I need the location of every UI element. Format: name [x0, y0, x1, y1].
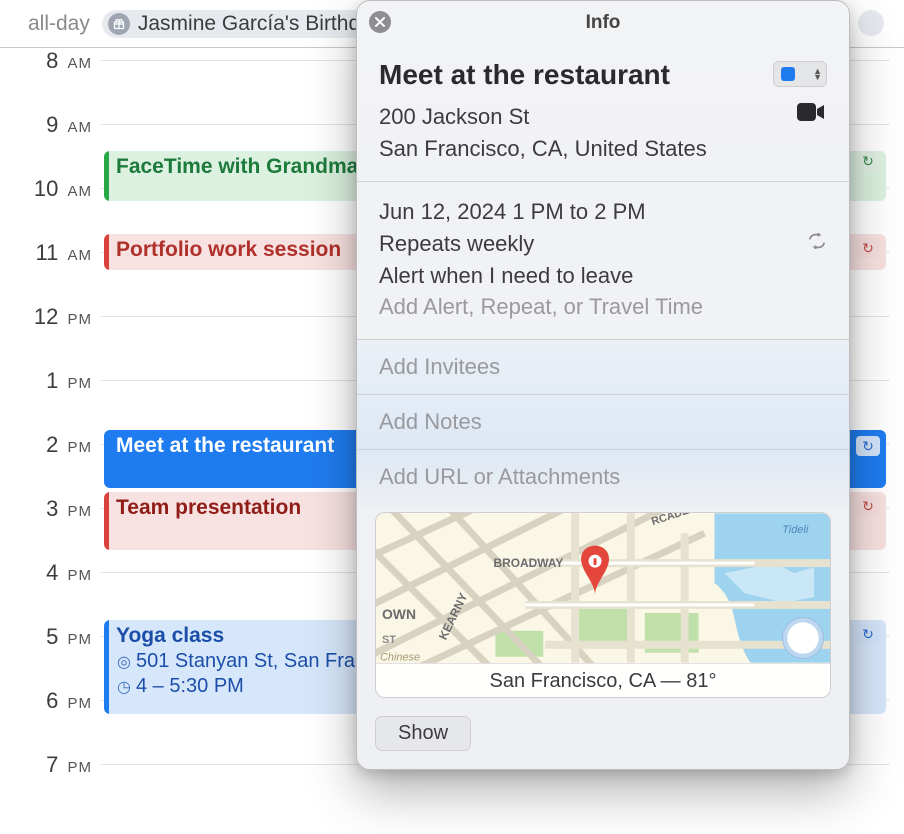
gift-icon: [108, 13, 130, 35]
add-invitees[interactable]: Add Invitees: [357, 339, 849, 394]
map-caption: San Francisco, CA — 81°: [376, 663, 830, 698]
recur-icon: ↻: [856, 496, 880, 516]
event-title: Yoga class: [116, 624, 224, 647]
event-address-line1[interactable]: 200 Jackson St: [379, 101, 707, 133]
facetime-button[interactable]: [795, 101, 827, 123]
add-notes[interactable]: Add Notes: [357, 394, 849, 449]
event-stripe: [104, 492, 109, 550]
svg-text:ST: ST: [382, 634, 396, 646]
pin-icon: ◎: [116, 652, 132, 672]
recur-icon: ↻: [856, 238, 880, 258]
hour-label: 12 PM: [0, 304, 92, 330]
event-stripe: [104, 620, 109, 714]
svg-text:Chinese: Chinese: [380, 652, 420, 663]
hour-label: 11 AM: [0, 240, 92, 266]
repeat-icon: [807, 233, 827, 254]
event-stripe: [104, 151, 109, 201]
svg-text:BROADWAY: BROADWAY: [493, 556, 563, 570]
recur-icon: ↻: [856, 624, 880, 644]
hour-label: 7 PM: [0, 752, 92, 778]
allday-event-title: Jasmine García's Birthday: [138, 12, 382, 36]
close-button[interactable]: [369, 11, 391, 33]
show-button[interactable]: Show: [375, 716, 471, 751]
event-address-line2[interactable]: San Francisco, CA, United States: [379, 133, 707, 165]
map-svg: BROADWAY KEARNY OWN ST Chinese RCADERO T…: [376, 513, 830, 663]
hour-label: 10 AM: [0, 176, 92, 202]
event-datetime[interactable]: Jun 12, 2024 1 PM to 2 PM: [379, 196, 827, 228]
hour-label: 4 PM: [0, 560, 92, 586]
event-repeat[interactable]: Repeats weekly: [379, 228, 534, 260]
map-preview[interactable]: BROADWAY KEARNY OWN ST Chinese RCADERO T…: [375, 512, 831, 698]
event-title: Portfolio work session: [116, 238, 341, 261]
event-title: Meet at the restaurant: [116, 434, 334, 457]
event-info-popover: Info Meet at the restaurant 200 Jackson …: [356, 0, 850, 770]
hour-row: 7 PM: [0, 764, 904, 828]
add-alert-row[interactable]: Add Alert, Repeat, or Travel Time: [379, 291, 827, 323]
allday-overflow: [858, 10, 884, 36]
event-stripe: [104, 234, 109, 270]
hour-label: 1 PM: [0, 368, 92, 394]
title-section: Meet at the restaurant 200 Jackson St Sa…: [357, 45, 849, 181]
hour-label: 2 PM: [0, 432, 92, 458]
hour-label: 3 PM: [0, 496, 92, 522]
add-attachments[interactable]: Add URL or Attachments: [357, 449, 849, 508]
stepper-icon: ▲▼: [813, 68, 822, 80]
calendar-color-select[interactable]: ▲▼: [773, 61, 827, 87]
clock-icon: ◷: [116, 677, 132, 697]
event-title: Team presentation: [116, 496, 301, 519]
allday-label: all-day: [28, 12, 90, 36]
hour-label: 6 PM: [0, 688, 92, 714]
svg-text:Tideli: Tideli: [782, 525, 809, 537]
svg-text:OWN: OWN: [382, 606, 416, 622]
datetime-section: Jun 12, 2024 1 PM to 2 PM Repeats weekly…: [357, 181, 849, 340]
event-alert[interactable]: Alert when I need to leave: [379, 260, 827, 292]
hour-label: 5 PM: [0, 624, 92, 650]
popover-header: Info: [357, 1, 849, 45]
hour-label: 8 AM: [0, 48, 92, 74]
calendar-swatch: [781, 67, 795, 81]
recur-icon: ↻: [856, 151, 880, 171]
allday-event-pill[interactable]: Jasmine García's Birthday: [102, 10, 396, 38]
recur-icon: ↻: [856, 436, 880, 456]
hour-label: 9 AM: [0, 112, 92, 138]
popover-title: Info: [586, 12, 621, 34]
event-title: FaceTime with Grandma: [116, 155, 358, 178]
event-title-input[interactable]: Meet at the restaurant: [379, 59, 707, 91]
